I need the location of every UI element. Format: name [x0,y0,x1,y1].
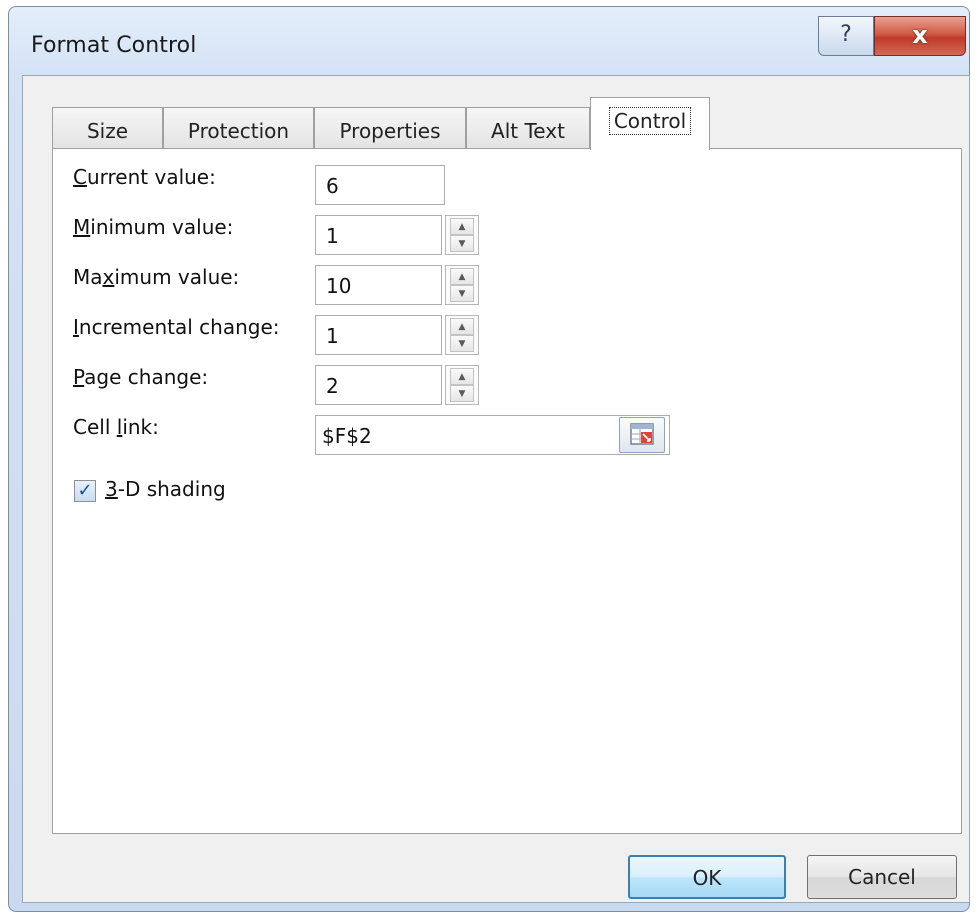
close-icon: x [912,21,928,49]
cell-link-field[interactable]: $F$2 [315,415,670,455]
checkmark-icon: ✓ [77,480,93,501]
tab-control-label: Control [608,107,692,135]
page-change-label: Page change: [73,365,209,389]
maximum-value-field[interactable]: 10 [315,265,442,305]
cell-link-label: Cell link: [73,415,159,439]
tab-control[interactable]: Control [590,97,710,150]
close-button[interactable]: x [874,16,966,56]
help-button[interactable]: ? [818,16,874,56]
minimum-value-label: Minimum value: [73,215,234,239]
spin-up-icon[interactable]: ▲ [450,218,474,235]
dialog-title: Format Control [31,33,197,58]
shading-checkbox[interactable]: ✓ [74,480,96,502]
incremental-change-field[interactable]: 1 [315,315,442,355]
control-tab-panel: Current value: 6 Minimum value: 1 ▲ ▼ Ma… [52,148,962,834]
current-value-label: Current value: [73,165,216,189]
tab-size[interactable]: Size [52,107,163,149]
maximum-value-label: Maximum value: [73,265,240,289]
minimum-value-spinner: ▲ ▼ [445,215,479,255]
spin-up-icon[interactable]: ▲ [450,318,474,335]
range-select-button[interactable] [619,417,665,453]
dialog-client-area: Size Protection Properties Alt Text Cont… [22,75,970,903]
spin-down-icon[interactable]: ▼ [450,385,474,402]
spin-up-icon[interactable]: ▲ [450,268,474,285]
tab-protection[interactable]: Protection [163,107,314,149]
incremental-change-spinner: ▲ ▼ [445,315,479,355]
tab-properties[interactable]: Properties [314,107,466,149]
format-control-dialog: Format Control ? x Size Protection Prope… [8,6,970,912]
current-value-field[interactable]: 6 [315,165,445,205]
cancel-button[interactable]: Cancel [807,855,957,899]
ok-button[interactable]: OK [628,855,786,899]
spin-down-icon[interactable]: ▼ [450,285,474,302]
incremental-change-label: Incremental change: [73,315,280,339]
spin-up-icon[interactable]: ▲ [450,368,474,385]
help-icon: ? [840,22,852,47]
minimum-value-field[interactable]: 1 [315,215,442,255]
tab-alt-text[interactable]: Alt Text [466,107,590,149]
shading-label: 3-D shading [105,477,226,501]
page-change-spinner: ▲ ▼ [445,365,479,405]
maximum-value-spinner: ▲ ▼ [445,265,479,305]
range-select-icon [630,423,654,445]
spin-down-icon[interactable]: ▼ [450,235,474,252]
page-change-field[interactable]: 2 [315,365,442,405]
spin-down-icon[interactable]: ▼ [450,335,474,352]
